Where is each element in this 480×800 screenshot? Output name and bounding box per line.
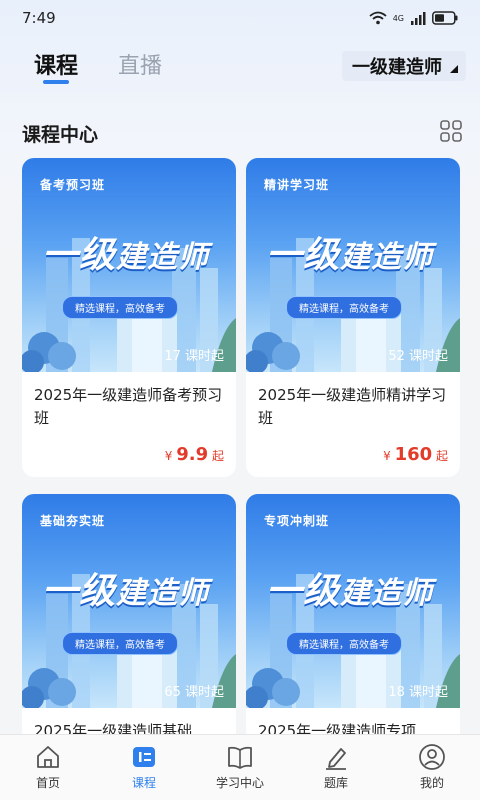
active-tab-indicator (43, 80, 69, 84)
course-price: ¥ 160 起 (258, 444, 448, 465)
tab-live[interactable]: 直播 (118, 48, 162, 84)
home-icon (37, 746, 59, 768)
lesson-count: 18 课时起 (388, 685, 448, 700)
exam-category-label: 一级建造师 (352, 57, 442, 78)
course-card[interactable]: 备考预习班 一级建造师 精选课程，高效备考 17 课时起 2025年一级建造师备… (22, 158, 236, 477)
course-card[interactable]: 精讲学习班 一级建造师 精选课程，高效备考 52 课时起 2025年一级建造师精… (246, 158, 460, 477)
course-banner: 精讲学习班 一级建造师 精选课程，高效备考 52 课时起 (246, 158, 460, 372)
grid-view-icon[interactable] (440, 120, 462, 142)
user-icon (419, 744, 445, 770)
bottom-navigation: 首页 课程 学习中心 题库 我的 (0, 734, 480, 800)
pen-icon (326, 748, 346, 770)
currency-symbol: ¥ (383, 449, 391, 463)
top-tabs: 课程 直播 (34, 48, 162, 84)
nav-profile[interactable]: 我的 (384, 735, 480, 800)
exam-category-dropdown[interactable]: 一级建造师 (342, 51, 466, 81)
banner-title: 一级建造师 (266, 235, 434, 276)
course-type-tag: 精讲学习班 (264, 178, 330, 192)
course-banner: 备考预习班 一级建造师 精选课程，高效备考 17 课时起 (22, 158, 236, 372)
nav-course-label: 课程 (131, 776, 156, 790)
price-value: 160 (394, 444, 433, 465)
banner-title: 一级建造师 (266, 571, 434, 612)
status-time: 7:49 (22, 9, 56, 27)
course-icon (133, 747, 155, 767)
price-value: 9.9 (176, 444, 209, 465)
lesson-count: 65 课时起 (164, 685, 224, 700)
nav-home-label: 首页 (35, 776, 60, 790)
nav-study-center-label: 学习中心 (215, 776, 264, 790)
nav-home[interactable]: 首页 (0, 735, 96, 800)
dropdown-triangle-icon (450, 57, 458, 73)
tab-live-label: 直播 (118, 54, 163, 79)
banner-title: 一级建造师 (42, 571, 210, 612)
lesson-count: 17 课时起 (164, 349, 224, 364)
tab-course-label: 课程 (34, 54, 79, 79)
section-title: 课程中心 (22, 124, 99, 146)
tab-course[interactable]: 课程 (34, 48, 78, 84)
course-type-tag: 专项冲刺班 (264, 514, 330, 528)
wifi-icon (369, 11, 387, 25)
signal-icon (411, 12, 426, 25)
course-type-tag: 基础夯实班 (40, 514, 106, 528)
banner-slogan: 精选课程，高效备考 (62, 296, 178, 319)
course-price: ¥ 9.9 起 (34, 444, 224, 465)
course-name: 2025年一级建造师精讲学习班 (258, 386, 447, 427)
course-banner: 专项冲刺班 一级建造师 精选课程，高效备考 18 课时起 (246, 494, 460, 708)
price-suffix: 起 (435, 449, 448, 463)
price-suffix: 起 (211, 449, 224, 463)
nav-study-center[interactable]: 学习中心 (192, 735, 288, 800)
network-type: 4G (392, 13, 404, 23)
nav-question-bank-label: 题库 (323, 776, 348, 790)
banner-title: 一级建造师 (42, 235, 210, 276)
banner-slogan: 精选课程，高效备考 (286, 632, 402, 655)
course-type-tag: 备考预习班 (40, 178, 106, 192)
course-banner: 基础夯实班 一级建造师 精选课程，高效备考 65 课时起 (22, 494, 236, 708)
status-icons: 4G (369, 11, 458, 25)
nav-profile-label: 我的 (419, 776, 444, 790)
nav-question-bank[interactable]: 题库 (288, 735, 384, 800)
book-icon (228, 746, 252, 769)
status-bar: 7:49 4G (0, 0, 480, 36)
banner-slogan: 精选课程，高效备考 (62, 632, 178, 655)
banner-slogan: 精选课程，高效备考 (286, 296, 402, 319)
battery-icon (432, 11, 458, 25)
currency-symbol: ¥ (164, 449, 173, 463)
course-name: 2025年一级建造师备考预习班 (34, 386, 223, 427)
lesson-count: 52 课时起 (388, 349, 448, 364)
nav-course[interactable]: 课程 (96, 735, 192, 800)
